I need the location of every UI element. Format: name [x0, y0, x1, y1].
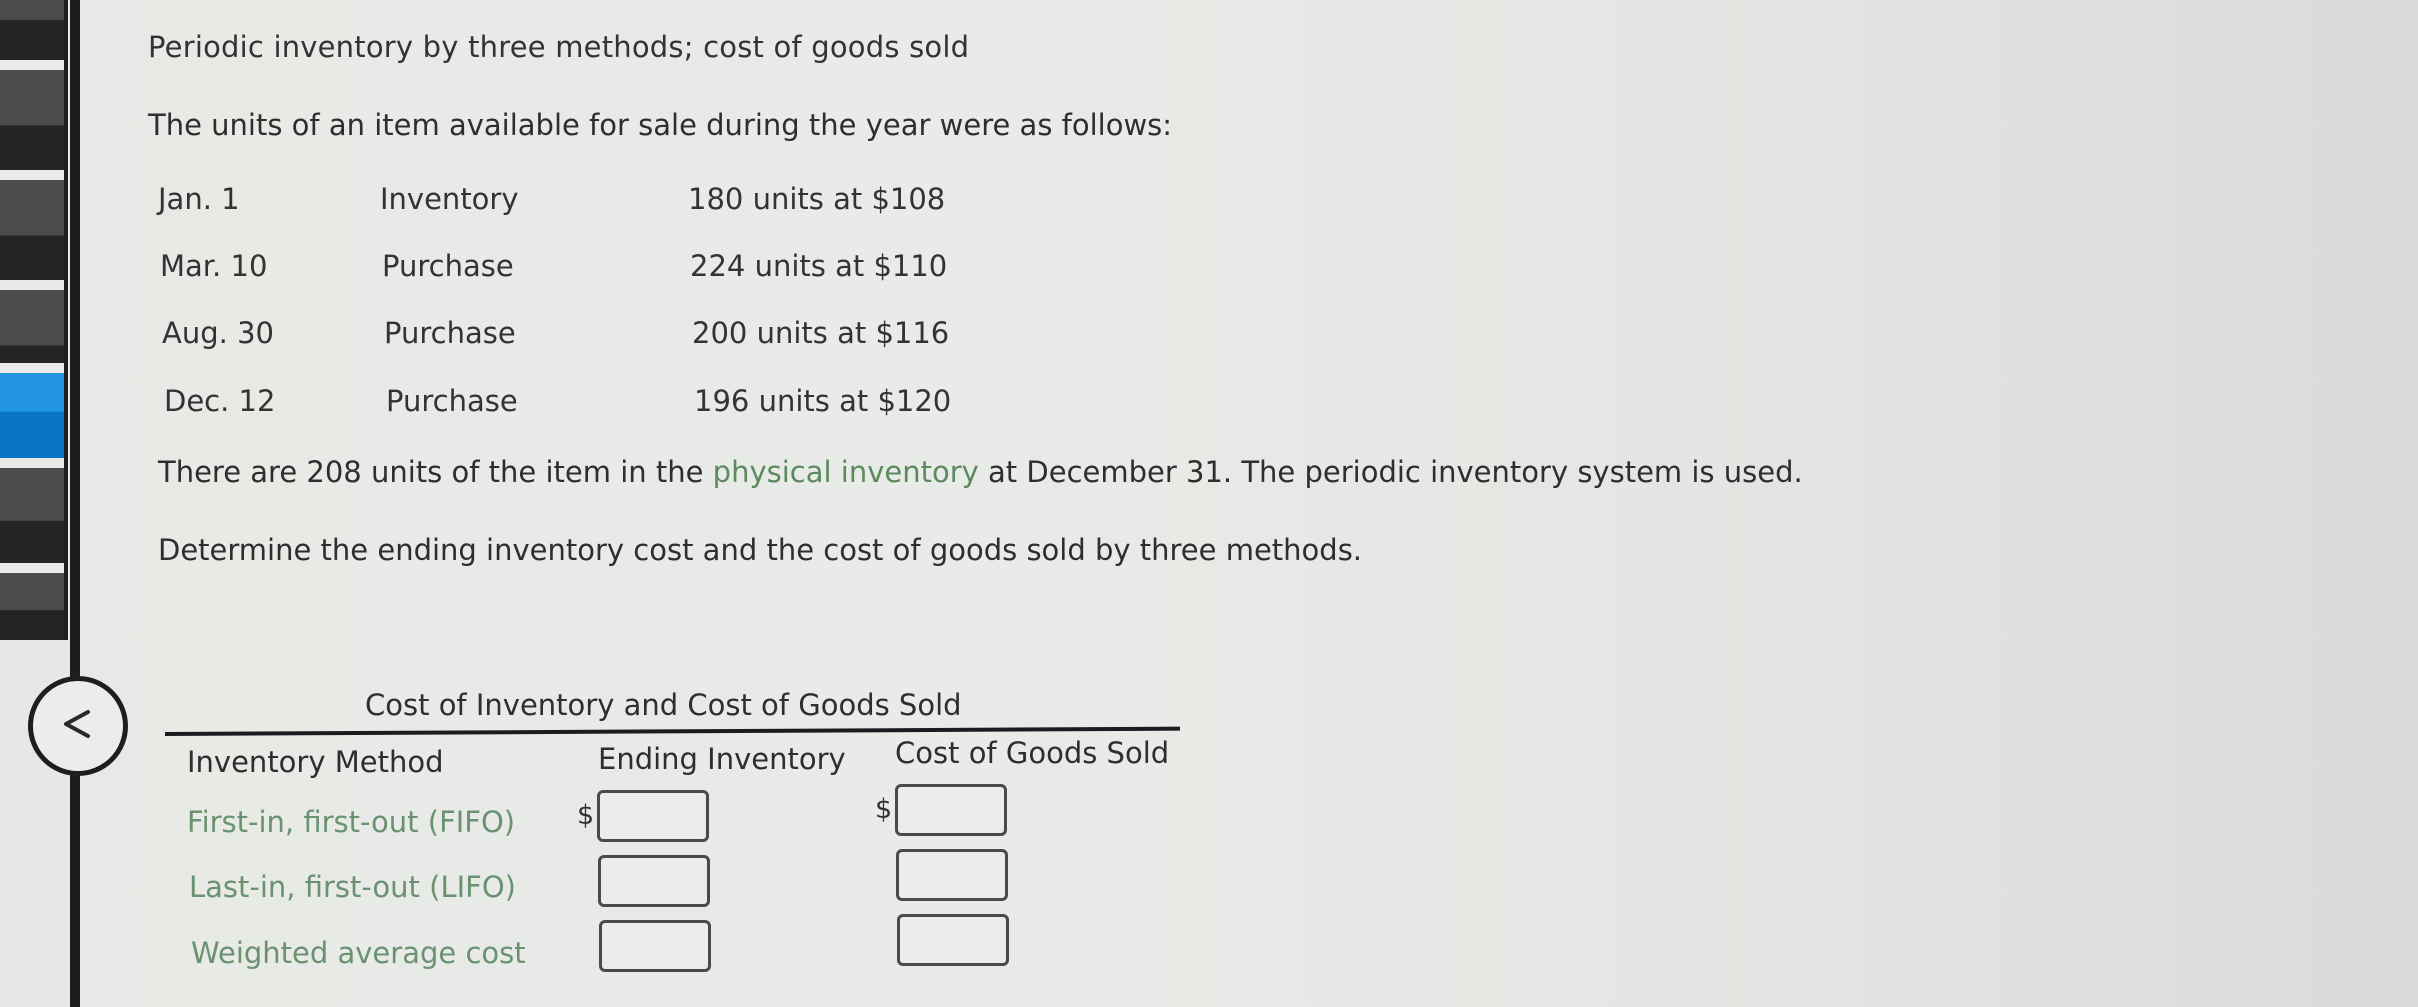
weighted-average-cogs-input[interactable] [897, 914, 1009, 966]
chevron-left-icon [58, 704, 98, 748]
column-header-ending-inventory: Ending Inventory [598, 742, 846, 776]
question-tab-separator [0, 60, 64, 70]
inventory-lot-row: Dec. 12 Purchase 196 units at $120 [164, 384, 1064, 424]
lot-quantity: 196 units at $120 [694, 384, 952, 418]
question-tab-active[interactable] [0, 373, 64, 458]
answer-table: Cost of Inventory and Cost of Goods Sold… [164, 680, 1195, 1000]
question-tab-6[interactable] [0, 468, 64, 563]
physical-inventory-statement: There are 208 units of the item in the p… [158, 455, 1803, 489]
question-tab-1[interactable] [0, 0, 64, 60]
question-tab-3[interactable] [0, 180, 64, 280]
inventory-lot-row: Aug. 30 Purchase 200 units at $116 [162, 316, 1062, 356]
currency-symbol: $ [875, 794, 893, 825]
nav-rail [70, 0, 80, 1007]
fifo-ending-inventory-input[interactable] [597, 790, 709, 842]
column-header-cogs: Cost of Goods Sold [895, 736, 1170, 770]
question-content: Periodic inventory by three methods; cos… [140, 0, 2340, 1007]
question-tab-separator [0, 280, 64, 290]
table-caption: Cost of Inventory and Cost of Goods Sold [365, 688, 962, 722]
statement-text: at December 31. The periodic inventory s… [978, 455, 1803, 489]
question-title: Periodic inventory by three methods; cos… [148, 30, 970, 64]
lot-quantity: 180 units at $108 [688, 182, 946, 216]
lot-type: Purchase [384, 316, 516, 350]
lifo-ending-inventory-input[interactable] [598, 855, 710, 907]
inventory-lot-row: Mar. 10 Purchase 224 units at $110 [160, 249, 1060, 289]
question-tab-separator [0, 170, 64, 180]
question-instruction: Determine the ending inventory cost and … [158, 533, 1363, 567]
lot-type: Purchase [382, 249, 514, 283]
question-tab-separator [0, 563, 64, 573]
lot-date: Mar. 10 [160, 249, 268, 283]
method-label-lifo: Last-in, first-out (LIFO) [189, 870, 516, 904]
method-label-weighted-average: Weighted average cost [191, 936, 526, 970]
question-tab-2[interactable] [0, 70, 64, 170]
lot-date: Jan. 1 [158, 182, 240, 216]
table-header-rule [164, 726, 1180, 736]
currency-symbol: $ [577, 800, 595, 831]
fifo-cogs-input[interactable] [895, 784, 1007, 836]
lot-quantity: 200 units at $116 [692, 316, 950, 350]
lifo-cogs-input[interactable] [896, 849, 1008, 901]
question-tab-7[interactable] [0, 573, 64, 640]
method-label-fifo: First-in, first-out (FIFO) [187, 805, 516, 839]
question-intro: The units of an item available for sale … [148, 108, 1173, 142]
collapse-nav-button[interactable] [28, 676, 128, 776]
lot-type: Inventory [380, 182, 519, 216]
question-tab-separator [0, 458, 64, 468]
statement-text: There are 208 units of the item in the [158, 455, 713, 489]
question-tab-separator [0, 363, 64, 373]
physical-inventory-link[interactable]: physical inventory [713, 455, 979, 489]
inventory-lot-row: Jan. 1 Inventory 180 units at $108 [158, 182, 1058, 222]
lot-date: Dec. 12 [164, 384, 276, 418]
lot-date: Aug. 30 [162, 316, 274, 350]
weighted-average-ending-inventory-input[interactable] [599, 920, 711, 972]
column-header-method: Inventory Method [187, 745, 444, 779]
lot-quantity: 224 units at $110 [690, 249, 948, 283]
lot-type: Purchase [386, 384, 518, 418]
